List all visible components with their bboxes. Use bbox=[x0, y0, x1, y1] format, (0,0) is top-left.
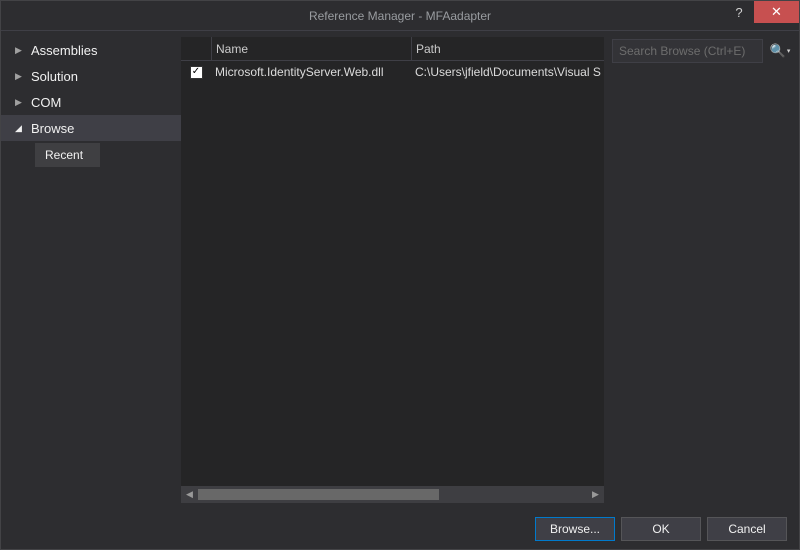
sidebar-item-solution[interactable]: ▶ Solution bbox=[1, 63, 181, 89]
list-header: Name Path bbox=[181, 37, 604, 61]
close-icon: ✕ bbox=[771, 4, 782, 20]
sidebar-item-label: Browse bbox=[31, 121, 74, 136]
check-icon: ✓ bbox=[192, 67, 200, 77]
sidebar-item-label: COM bbox=[31, 95, 61, 110]
help-button[interactable]: ? bbox=[724, 1, 754, 23]
chevron-right-icon: ▶ bbox=[15, 71, 27, 82]
dialog-footer: Browse... OK Cancel bbox=[1, 509, 799, 549]
sidebar-subitem-label: Recent bbox=[45, 148, 83, 162]
category-sidebar: ▶ Assemblies ▶ Solution ▶ COM ◢ Browse R… bbox=[1, 31, 181, 509]
list-row[interactable]: ✓ Microsoft.IdentityServer.Web.dll C:\Us… bbox=[181, 61, 604, 83]
sidebar-subitem-recent[interactable]: Recent bbox=[35, 143, 100, 167]
sidebar-item-com[interactable]: ▶ COM bbox=[1, 89, 181, 115]
cancel-button[interactable]: Cancel bbox=[707, 517, 787, 541]
row-path: C:\Users\jfield\Documents\Visual S bbox=[411, 65, 604, 79]
sidebar-item-assemblies[interactable]: ▶ Assemblies bbox=[1, 37, 181, 63]
dropdown-caret-icon: ▾ bbox=[787, 47, 791, 55]
chevron-right-icon: ▶ bbox=[15, 97, 27, 108]
column-header-path[interactable]: Path bbox=[411, 37, 604, 60]
row-checkbox[interactable]: ✓ bbox=[190, 66, 203, 79]
sidebar-item-label: Assemblies bbox=[31, 43, 97, 58]
horizontal-scrollbar[interactable]: ◀ ▶ bbox=[181, 486, 604, 503]
search-button[interactable]: 🔍▾ bbox=[769, 40, 791, 62]
close-button[interactable]: ✕ bbox=[754, 1, 799, 23]
ok-button[interactable]: OK bbox=[621, 517, 701, 541]
reference-manager-window: Reference Manager - MFAadapter ? ✕ ▶ Ass… bbox=[0, 0, 800, 550]
search-input[interactable]: Search Browse (Ctrl+E) bbox=[612, 39, 763, 63]
window-title: Reference Manager - MFAadapter bbox=[309, 9, 491, 23]
scroll-right-icon[interactable]: ▶ bbox=[587, 486, 604, 503]
chevron-right-icon: ▶ bbox=[15, 45, 27, 56]
details-pane: Search Browse (Ctrl+E) 🔍▾ bbox=[604, 31, 799, 509]
sidebar-item-browse[interactable]: ◢ Browse bbox=[1, 115, 181, 141]
reference-list-pane: Name Path ✓ Micr bbox=[181, 31, 604, 509]
titlebar: Reference Manager - MFAadapter ? ✕ bbox=[1, 1, 799, 31]
chevron-down-icon: ◢ bbox=[15, 123, 27, 134]
column-header-name[interactable]: Name bbox=[211, 37, 411, 60]
scroll-left-icon[interactable]: ◀ bbox=[181, 486, 198, 503]
sidebar-item-label: Solution bbox=[31, 69, 78, 84]
search-placeholder: Search Browse (Ctrl+E) bbox=[619, 44, 745, 58]
search-icon: 🔍 bbox=[770, 43, 786, 59]
scrollbar-thumb[interactable] bbox=[198, 489, 439, 500]
row-name: Microsoft.IdentityServer.Web.dll bbox=[211, 65, 411, 79]
help-icon: ? bbox=[735, 5, 742, 20]
scrollbar-track[interactable] bbox=[198, 486, 587, 503]
browse-button[interactable]: Browse... bbox=[535, 517, 615, 541]
